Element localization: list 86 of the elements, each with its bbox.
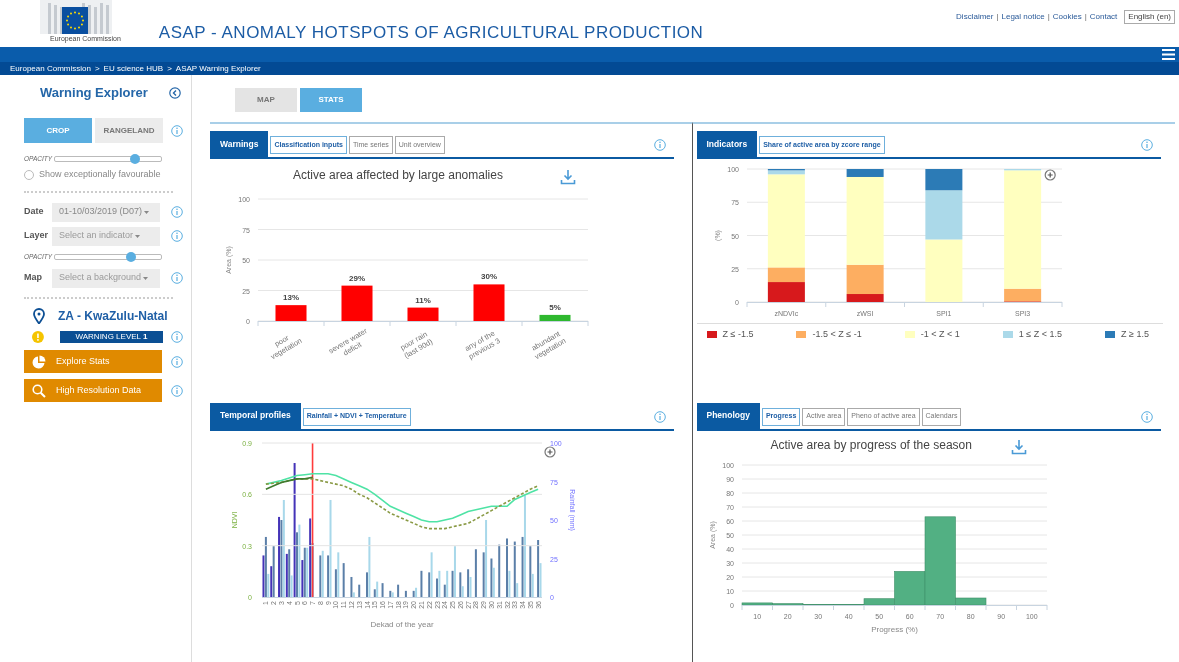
header-link[interactable]: Contact [1089, 11, 1118, 23]
bar [341, 285, 373, 321]
info-icon[interactable] [1141, 139, 1153, 151]
opacity-slider[interactable] [54, 254, 162, 260]
panel-tab[interactable]: Indicators [696, 131, 758, 157]
caret-icon [143, 276, 149, 280]
header-link[interactable]: Disclaimer [956, 11, 994, 23]
caret-icon [135, 234, 141, 238]
rainfall-bar [420, 570, 423, 597]
legend-label: Z ≤ -1.5 [722, 328, 754, 341]
chart-title: Active area affected by large anomalies [293, 167, 503, 184]
zoom-icon[interactable] [544, 445, 556, 458]
breadcrumb-link[interactable]: EU science HUB [103, 62, 164, 75]
breadcrumb-link[interactable]: European Commission [10, 62, 91, 75]
info-icon[interactable] [171, 272, 183, 284]
location-pin-icon [33, 308, 45, 324]
separator: | [1084, 11, 1087, 23]
layer-tab[interactable]: RANGELAND [95, 118, 163, 143]
breadcrumb-link[interactable]: ASAP Warning Explorer [175, 62, 261, 75]
panel-tab[interactable]: Temporal profiles [210, 402, 301, 429]
info-icon[interactable] [653, 410, 666, 423]
language-select[interactable]: English (en) [1124, 10, 1175, 24]
value-label: 5% [549, 302, 561, 312]
zoom-icon[interactable] [1044, 169, 1056, 181]
collapse-icon[interactable] [169, 87, 181, 99]
view-tab[interactable]: MAP [235, 88, 297, 112]
bar [407, 307, 439, 321]
axis-title: Dekad of the year [370, 619, 434, 629]
bar [539, 314, 571, 321]
info-icon[interactable] [653, 139, 666, 151]
warning-badge: WARNING LEVEL 1 [59, 331, 163, 343]
info-icon[interactable] [171, 331, 183, 343]
rainfall-bar [404, 590, 407, 597]
header-link[interactable]: Legal notice [1001, 11, 1045, 23]
separator: > [94, 62, 100, 75]
rainfall-bar [498, 544, 501, 597]
rainfall-bar [342, 562, 345, 597]
chart-title: Active area by progress of the season [770, 436, 972, 454]
opacity-slider[interactable] [54, 156, 162, 162]
legend-label: 1 ≤ Z < 1.5 [1018, 328, 1062, 341]
legend-label: -1.5 < Z ≤ -1 [812, 328, 862, 341]
rainfall-bar [381, 582, 384, 597]
rainfall-bar [358, 584, 361, 597]
legend-label: -1 < Z < 1 [920, 328, 960, 341]
value-label: 30% [481, 272, 497, 282]
bar [473, 284, 505, 321]
info-icon[interactable] [1141, 410, 1153, 423]
logo-icon [40, 0, 112, 34]
legend-label: Z ≥ 1.5 [1121, 328, 1149, 341]
search-icon [32, 383, 46, 398]
info-icon[interactable] [171, 230, 183, 242]
radio-button[interactable] [24, 170, 34, 180]
bar [767, 282, 805, 302]
slider-thumb[interactable] [126, 252, 137, 262]
site-title: ASAP - ANOMALY HOTSPOTS OF AGRICULTURAL PRODUCTION [158, 21, 704, 44]
value-label: 11% [415, 295, 431, 305]
info-icon[interactable] [171, 206, 183, 218]
download-icon[interactable] [560, 169, 576, 185]
separator: > [167, 62, 172, 75]
field-label: Date [24, 205, 45, 219]
warning-icon [32, 331, 44, 343]
field-label: Layer [24, 229, 50, 243]
pie-chart-icon [32, 354, 46, 369]
axis-title: Progress (%) [870, 624, 918, 634]
download-icon[interactable] [1010, 438, 1027, 455]
header-link[interactable]: Cookies [1052, 11, 1082, 23]
info-icon[interactable] [171, 124, 183, 137]
bar [275, 305, 307, 321]
location-name: ZA - KwaZulu-Natal [58, 308, 168, 325]
rainfall-bar [397, 584, 400, 597]
field-label: Map [24, 271, 43, 285]
value-label: 13% [283, 293, 299, 303]
panel-tab[interactable]: Phenology [696, 402, 760, 429]
panel-title: Warning Explorer [40, 84, 148, 103]
panel-tab[interactable]: Warnings [210, 131, 269, 157]
caret-icon [144, 210, 150, 214]
separator: | [996, 11, 999, 23]
checkbox-label: Show exceptionally favourable [39, 168, 161, 182]
info-icon[interactable] [171, 384, 183, 397]
value-label: 29% [349, 273, 365, 283]
separator: | [1047, 11, 1050, 23]
menu-icon[interactable] [1162, 49, 1175, 60]
info-icon[interactable] [171, 355, 183, 368]
rainfall-bar [474, 548, 477, 597]
bar [924, 239, 962, 302]
slider-thumb[interactable] [129, 154, 140, 164]
